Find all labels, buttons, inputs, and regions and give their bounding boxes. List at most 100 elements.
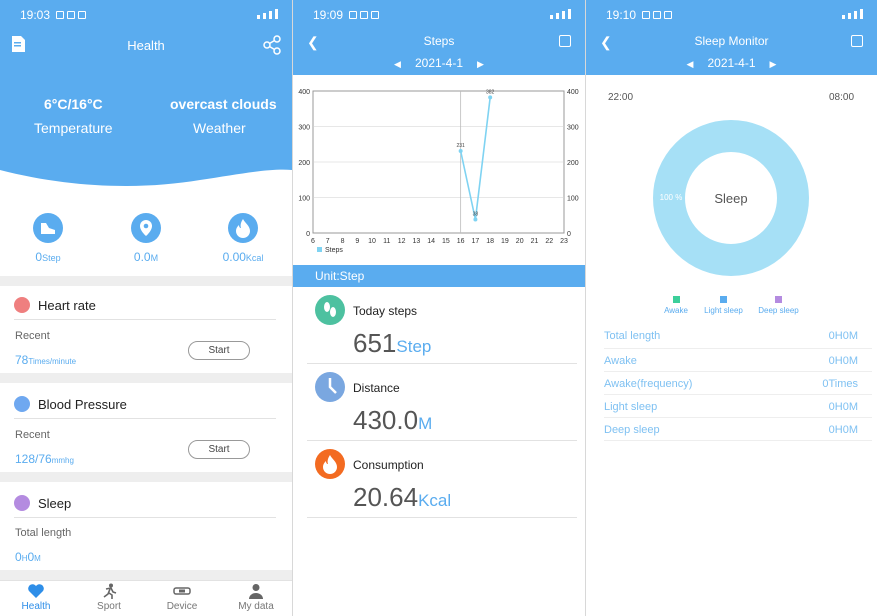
heart-rate-icon bbox=[14, 297, 30, 313]
x-tick-label: 8 bbox=[341, 238, 345, 245]
steps-data-point bbox=[458, 148, 463, 153]
divider bbox=[307, 440, 577, 441]
sleep-percent-label: 100 % bbox=[660, 193, 683, 202]
prev-date-icon[interactable]: ◀ bbox=[394, 59, 401, 70]
person-icon bbox=[249, 584, 263, 599]
legend-deep-sleep: Deep sleep bbox=[756, 296, 801, 315]
divider bbox=[604, 371, 872, 372]
date-navigator: ◀ 2021-4-1 ▶ bbox=[293, 56, 585, 70]
divider bbox=[604, 348, 872, 349]
heart-rate-start-button[interactable]: Start bbox=[188, 341, 250, 360]
y-tick-label-left: 100 bbox=[298, 196, 310, 203]
x-tick-label: 10 bbox=[368, 238, 376, 245]
x-tick-label: 16 bbox=[457, 238, 465, 245]
status-bar: 19:09 bbox=[293, 0, 585, 30]
divider bbox=[604, 394, 872, 395]
section-gap bbox=[0, 570, 292, 580]
sleep-total-value: 0H0M bbox=[15, 550, 41, 564]
date-label: 2021-4-1 bbox=[414, 56, 464, 70]
distance-stat: 0.0M bbox=[133, 250, 159, 264]
band-icon bbox=[173, 587, 191, 595]
sleep-icon bbox=[14, 495, 30, 511]
consumption-title: Consumption bbox=[353, 458, 424, 472]
status-bar: 19:10 bbox=[586, 0, 877, 30]
section-gap bbox=[0, 472, 292, 482]
heart-icon bbox=[28, 584, 44, 598]
x-tick-label: 23 bbox=[560, 238, 568, 245]
x-tick-label: 6 bbox=[311, 238, 315, 245]
x-tick-label: 7 bbox=[326, 238, 330, 245]
legend-label-steps: Steps bbox=[325, 247, 343, 254]
divider bbox=[604, 440, 872, 441]
steps-data-label: 38 bbox=[473, 212, 479, 218]
sleep-row-total-length: Total length 0H0M bbox=[604, 330, 858, 342]
y-tick-label-right: 400 bbox=[567, 89, 579, 96]
legend-swatch bbox=[317, 247, 322, 252]
clock-icon bbox=[315, 372, 345, 402]
x-tick-label: 13 bbox=[412, 238, 420, 245]
share-icon[interactable] bbox=[262, 35, 282, 55]
section-gap bbox=[0, 276, 292, 286]
consumption-value: 20.64Kcal bbox=[353, 482, 452, 512]
steps-stat: 0Step bbox=[35, 250, 61, 264]
y-tick-label-right: 200 bbox=[567, 160, 579, 167]
sleep-start-time: 22:00 bbox=[608, 92, 634, 103]
sleep-row-light-sleep: Light sleep 0H0M bbox=[604, 401, 858, 413]
date-label: 2021-4-1 bbox=[707, 56, 756, 70]
steps-series-line bbox=[459, 97, 491, 220]
page-title: Steps bbox=[423, 34, 455, 48]
blood-pressure-start-button[interactable]: Start bbox=[188, 440, 250, 459]
x-tick-label: 11 bbox=[383, 238, 390, 245]
divider bbox=[14, 319, 276, 320]
heart-rate-recent-label: Recent bbox=[15, 330, 50, 342]
section-gap bbox=[0, 373, 292, 383]
nav-device[interactable]: Device bbox=[152, 583, 212, 612]
page-title: Health bbox=[127, 38, 165, 53]
date-navigator: ◀ 2021-4-1 ▶ bbox=[586, 56, 877, 70]
nav-health[interactable]: Health bbox=[6, 583, 66, 612]
sleep-title: Sleep bbox=[38, 496, 72, 511]
calendar-icon[interactable] bbox=[851, 35, 863, 47]
today-steps-title: Today steps bbox=[353, 304, 418, 318]
divider bbox=[14, 418, 276, 419]
nav-my-data[interactable]: My data bbox=[226, 583, 286, 612]
shoe-icon bbox=[33, 213, 63, 243]
steps-chart: 0 0 100 100 200 200 300 300 400 400 6 7 8 9 10 11 12 13 14… bbox=[298, 89, 579, 254]
x-tick-label: 14 bbox=[427, 238, 435, 245]
blood-pressure-value: 128/76mmhg bbox=[15, 452, 74, 466]
x-tick-label: 15 bbox=[442, 238, 450, 245]
distance-title: Distance bbox=[353, 381, 400, 395]
blood-pressure-icon bbox=[14, 396, 30, 412]
steps-data-label: 382 bbox=[486, 89, 495, 95]
nav-sport[interactable]: Sport bbox=[79, 583, 139, 612]
sleep-end-time: 08:00 bbox=[829, 92, 855, 103]
x-tick-label: 18 bbox=[486, 238, 494, 245]
divider bbox=[307, 363, 577, 364]
calendar-icon[interactable] bbox=[559, 35, 571, 47]
calories-stat: 0.00Kcal bbox=[222, 250, 264, 264]
y-tick-label-left: 200 bbox=[298, 160, 310, 167]
divider bbox=[14, 517, 276, 518]
page-title: Sleep Monitor bbox=[694, 34, 769, 48]
steps-data-label: 231 bbox=[456, 143, 465, 149]
heart-rate-value: 78Times/minute bbox=[15, 353, 77, 367]
y-tick-label-right: 100 bbox=[567, 196, 579, 203]
steps-data-point bbox=[473, 217, 478, 222]
y-tick-label-right: 300 bbox=[567, 125, 579, 132]
heart-rate-title: Heart rate bbox=[38, 298, 96, 313]
divider bbox=[307, 517, 577, 518]
y-tick-label-right: 0 bbox=[567, 231, 571, 238]
location-icon bbox=[131, 213, 161, 243]
today-steps-value: 651Step bbox=[353, 328, 432, 358]
y-tick-label-left: 0 bbox=[306, 231, 310, 238]
blood-pressure-recent-label: Recent bbox=[15, 429, 50, 441]
sleep-donut-chart: Sleep 100 % bbox=[653, 120, 809, 276]
next-date-icon[interactable]: ▶ bbox=[770, 59, 777, 70]
prev-date-icon[interactable]: ◀ bbox=[687, 59, 694, 70]
temperature-label: Temperature bbox=[34, 120, 113, 136]
distance-value: 430.0M bbox=[353, 405, 433, 435]
x-tick-label: 17 bbox=[472, 238, 480, 245]
next-date-icon[interactable]: ▶ bbox=[477, 59, 484, 70]
x-tick-label: 21 bbox=[531, 238, 539, 245]
unit-bar: Unit:Step bbox=[293, 265, 585, 287]
